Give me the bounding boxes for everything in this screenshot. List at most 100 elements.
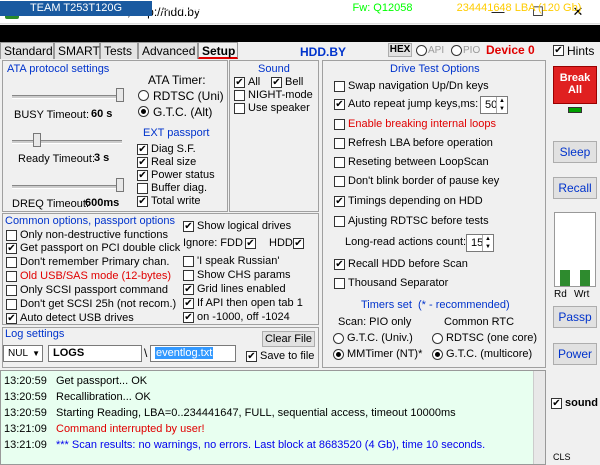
russian-checkbox[interactable]: [183, 256, 194, 267]
timings-checkbox[interactable]: ✔: [334, 196, 345, 207]
breaking-loops-label: Enable breaking internal loops: [348, 118, 496, 130]
sound-checkbox[interactable]: ✔: [551, 398, 562, 409]
sound-bell-label: Bell: [285, 76, 304, 88]
sleep-button[interactable]: Sleep: [553, 141, 597, 163]
gtc-multi-radio[interactable]: [432, 349, 443, 360]
passp-button[interactable]: Passp: [553, 306, 597, 328]
pio-radio[interactable]: [451, 45, 462, 56]
ext-buffer-checkbox[interactable]: [137, 183, 148, 194]
drive-model: TEAM T253T120G: [0, 1, 152, 16]
chs-label: Show CHS params: [197, 269, 291, 281]
old-usb-label: Old USB/SAS mode (12-bytes): [20, 270, 172, 282]
ready-slider-thumb[interactable]: [33, 133, 41, 147]
long-read-input[interactable]: 15 ▲ ▼: [466, 234, 494, 252]
rdtsc-one-label: RDTSC (one core): [446, 332, 538, 344]
grid-checkbox[interactable]: ✔: [183, 284, 194, 295]
logical-drives-checkbox[interactable]: ✔: [183, 221, 194, 232]
ignore-fdd-checkbox[interactable]: ✔: [245, 238, 256, 249]
reseting-checkbox[interactable]: [334, 157, 345, 168]
tab-standard[interactable]: Standard: [0, 42, 54, 59]
power-button[interactable]: Power: [553, 343, 597, 365]
wrt-label: Wrt: [574, 289, 590, 300]
mmtimer-radio[interactable]: [333, 349, 344, 360]
ext-totalwrite-checkbox[interactable]: ✔: [137, 196, 148, 207]
ext-diag-checkbox[interactable]: ✔: [137, 144, 148, 155]
hex-button[interactable]: HEX: [388, 43, 412, 57]
tab-setup[interactable]: Setup: [198, 42, 238, 59]
breaking-loops-checkbox[interactable]: [334, 119, 345, 130]
break-all-button[interactable]: Break All: [553, 66, 597, 104]
dreq-slider-thumb[interactable]: [116, 178, 124, 192]
rdtsc-one-radio[interactable]: [432, 333, 443, 344]
scsi-25h-checkbox[interactable]: [6, 299, 17, 310]
log-message: Get passport... OK: [56, 375, 148, 387]
speaker-checkbox[interactable]: [234, 103, 245, 114]
site-label[interactable]: HDD.BY: [300, 45, 346, 59]
ext-title: EXT passport: [143, 127, 210, 139]
scsi-passport-checkbox[interactable]: [6, 285, 17, 296]
swap-nav-checkbox[interactable]: [334, 81, 345, 92]
hdd-label: HDD: [269, 237, 293, 249]
busy-slider[interactable]: [12, 95, 122, 99]
nul-select[interactable]: NUL ▼: [3, 345, 43, 362]
log-filename-input[interactable]: eventlog.txt: [150, 345, 236, 362]
log-settings-title: Log settings: [5, 328, 65, 340]
recall-hdd-checkbox[interactable]: ✔: [334, 259, 345, 270]
nondestructive-checkbox[interactable]: [6, 230, 17, 241]
repeat-ms-input[interactable]: 50 ▲ ▼: [480, 96, 508, 114]
ready-slider[interactable]: [12, 140, 122, 144]
api-radio[interactable]: [416, 45, 427, 56]
thousand-sep-checkbox[interactable]: [334, 278, 345, 289]
sound-bell-checkbox[interactable]: ✔: [271, 77, 282, 88]
api-tab1-checkbox[interactable]: ✔: [183, 298, 194, 309]
ext-realsize-checkbox[interactable]: ✔: [137, 157, 148, 168]
drive-capacity: 234441648 LBA (120 Gb): [456, 2, 582, 14]
ignore-fdd-label: Ignore: FDD: [183, 237, 243, 249]
long-read-spinner[interactable]: ▲ ▼: [482, 235, 493, 251]
ignore-hdd-checkbox[interactable]: ✔: [293, 238, 304, 249]
ext-realsize-label: Real size: [151, 156, 197, 168]
ready-label: Ready Timeout:: [18, 153, 96, 165]
swap-nav-label: Swap navigation Up/Dn keys: [348, 80, 489, 92]
busy-slider-thumb[interactable]: [116, 88, 124, 102]
tab-smart[interactable]: SMART: [54, 42, 100, 59]
tab-tests[interactable]: Tests: [100, 42, 138, 59]
ajusting-rdtsc-checkbox[interactable]: [334, 216, 345, 227]
on-off-checkbox[interactable]: ✔: [183, 312, 194, 323]
old-usb-checkbox[interactable]: [6, 271, 17, 282]
api-label: API: [428, 45, 445, 56]
clear-file-button[interactable]: Clear File: [262, 331, 315, 347]
passport-pci-checkbox[interactable]: ✔: [6, 243, 17, 254]
on-off-label: on -1000, off -1024: [197, 311, 290, 323]
gtc-radio[interactable]: [138, 106, 149, 117]
night-mode-label: NIGHT-mode: [248, 89, 313, 101]
recall-hdd-label: Recall HDD before Scan: [348, 258, 468, 270]
hints-label: Hints: [567, 44, 595, 58]
repeat-ms-spinner[interactable]: ▲ ▼: [496, 97, 507, 113]
rd-gauge-bar: [560, 270, 570, 286]
log-scrollbar[interactable]: [533, 371, 545, 464]
rdtsc-radio[interactable]: [138, 90, 149, 101]
usb-detect-checkbox[interactable]: ✔: [6, 313, 17, 324]
path-separator: \: [144, 346, 148, 360]
dreq-slider[interactable]: [12, 185, 122, 189]
blink-border-checkbox[interactable]: [334, 176, 345, 187]
auto-repeat-checkbox[interactable]: ✔: [334, 99, 345, 110]
night-mode-checkbox[interactable]: [234, 90, 245, 101]
chs-checkbox[interactable]: [183, 270, 194, 281]
save-file-checkbox[interactable]: ✔: [246, 351, 257, 362]
cls-label[interactable]: CLS: [553, 452, 571, 462]
logs-folder-input[interactable]: LOGS: [48, 345, 142, 362]
hints-checkbox[interactable]: ✔: [553, 45, 564, 56]
primary-chan-checkbox[interactable]: [6, 257, 17, 268]
reseting-label: Reseting between LoopScan: [348, 156, 489, 168]
refresh-lba-checkbox[interactable]: [334, 138, 345, 149]
sound-all-checkbox[interactable]: ✔: [234, 77, 245, 88]
scsi-passport-label: Only SCSI passport command: [20, 284, 168, 296]
gtc-univ-radio[interactable]: [333, 333, 344, 344]
russian-label: 'I speak Russian': [197, 255, 280, 267]
ajusting-rdtsc-label: Ajusting RDTSC before tests: [348, 215, 489, 227]
ext-power-checkbox[interactable]: ✔: [137, 170, 148, 181]
recall-button[interactable]: Recall: [553, 177, 597, 199]
tab-advanced[interactable]: Advanced: [138, 42, 198, 59]
